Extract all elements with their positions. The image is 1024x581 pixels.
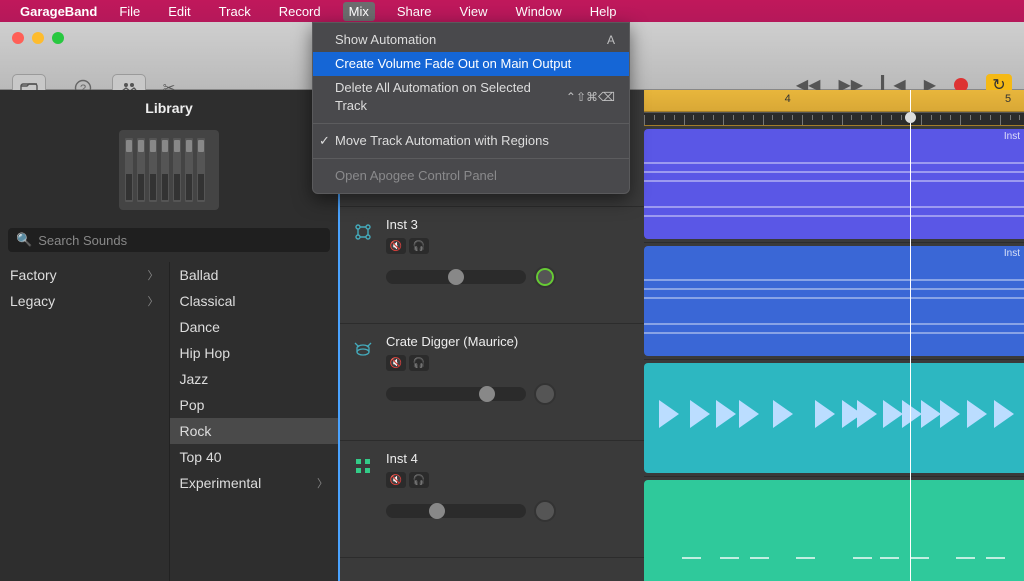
library-item[interactable]: Top 40	[170, 444, 339, 470]
library-item[interactable]: Jazz	[170, 366, 339, 392]
solo-button[interactable]: 🎧	[409, 472, 429, 488]
menu-shortcut: ⌃⇧⌘⌫	[566, 88, 615, 106]
library-item[interactable]: Pop	[170, 392, 339, 418]
menu-help[interactable]: Help	[584, 2, 623, 21]
region-label: Inst	[1004, 131, 1020, 142]
region[interactable]	[644, 363, 1024, 473]
library-col-2: Ballad Classical Dance Hip Hop Jazz Pop …	[170, 262, 339, 581]
menu-mix[interactable]: Mix	[343, 2, 375, 21]
menu-track[interactable]: Track	[213, 2, 257, 21]
menu-item-label: Move Track Automation with Regions	[335, 132, 549, 150]
menu-item-label: Open Apogee Control Panel	[335, 167, 497, 185]
mute-button[interactable]: 🔇	[386, 238, 406, 254]
solo-button[interactable]: 🎧	[409, 238, 429, 254]
mute-button[interactable]: 🔇	[386, 355, 406, 371]
track-name: Crate Digger (Maurice)	[386, 334, 632, 349]
traffic-lights	[12, 32, 64, 44]
track-lane[interactable]: Inst	[644, 126, 1024, 243]
volume-slider[interactable]	[386, 504, 526, 518]
track-header[interactable]: Crate Digger (Maurice) 🔇🎧	[340, 324, 644, 441]
library-col-1: Factory〉 Legacy〉	[0, 262, 170, 581]
search-sounds-field[interactable]: 🔍 Search Sounds	[8, 228, 330, 252]
window-close-button[interactable]	[12, 32, 24, 44]
region-label: Inst	[1004, 248, 1020, 259]
mix-menu-dropdown: Show Automation A Create Volume Fade Out o…	[312, 22, 630, 194]
menu-share[interactable]: Share	[391, 2, 438, 21]
solo-button[interactable]: 🎧	[409, 355, 429, 371]
track-name: Inst 4	[386, 451, 632, 466]
track-icon	[348, 217, 378, 247]
track-name: Inst 3	[386, 217, 632, 232]
library-item-legacy[interactable]: Legacy〉	[0, 288, 169, 314]
volume-slider[interactable]	[386, 270, 526, 284]
pan-knob[interactable]	[534, 500, 556, 522]
library-item[interactable]: Dance	[170, 314, 339, 340]
menu-view[interactable]: View	[454, 2, 494, 21]
menu-edit[interactable]: Edit	[162, 2, 196, 21]
window-zoom-button[interactable]	[52, 32, 64, 44]
track-lane[interactable]	[644, 360, 1024, 477]
region[interactable]: Inst	[644, 129, 1024, 239]
ruler-ticks[interactable]	[644, 112, 1024, 126]
search-icon: 🔍	[16, 232, 32, 248]
app-name[interactable]: GarageBand	[20, 4, 97, 19]
menu-item[interactable]: Show Automation A	[313, 28, 629, 52]
ruler-number: 5	[1005, 93, 1011, 105]
region[interactable]: Inst	[644, 246, 1024, 356]
ruler[interactable]: 4 5	[644, 90, 1024, 112]
checkmark-icon: ✓	[319, 132, 330, 150]
timeline[interactable]: 4 5 Inst Inst	[644, 90, 1024, 581]
track-icon	[348, 451, 378, 481]
chevron-right-icon: 〉	[148, 293, 159, 309]
library-item[interactable]: Experimental〉	[170, 470, 339, 496]
library-panel: Library 🔍 Search Sounds Factory〉 Legacy〉…	[0, 90, 338, 581]
menu-item[interactable]: Create Volume Fade Out on Main Output	[313, 52, 629, 76]
chevron-right-icon: 〉	[148, 267, 159, 283]
library-item[interactable]: Rock	[170, 418, 339, 444]
menu-item-label: Show Automation	[335, 31, 436, 49]
pan-knob[interactable]	[534, 266, 556, 288]
system-menubar: GarageBand File Edit Track Record Mix Sh…	[0, 0, 1024, 22]
track-lane[interactable]: Inst	[644, 243, 1024, 360]
library-patch-thumbnail[interactable]	[119, 130, 219, 210]
menu-item-label: Delete All Automation on Selected Track	[335, 79, 566, 115]
menu-item[interactable]: ✓ Move Track Automation with Regions	[313, 129, 629, 153]
mute-button[interactable]: 🔇	[386, 472, 406, 488]
menu-record[interactable]: Record	[273, 2, 327, 21]
library-item[interactable]: Ballad	[170, 262, 339, 288]
pan-knob[interactable]	[534, 383, 556, 405]
window-minimize-button[interactable]	[32, 32, 44, 44]
chevron-right-icon: 〉	[317, 475, 328, 491]
track-icon	[348, 334, 378, 364]
search-placeholder: Search Sounds	[38, 233, 127, 248]
menu-file[interactable]: File	[113, 2, 146, 21]
menu-item[interactable]: Delete All Automation on Selected Track⌃…	[313, 76, 629, 118]
menu-item-label: Create Volume Fade Out on Main Output	[335, 55, 571, 73]
volume-slider[interactable]	[386, 387, 526, 401]
track-header[interactable]: Inst 3 🔇🎧	[340, 207, 644, 324]
track-lane[interactable]	[644, 477, 1024, 581]
menu-window[interactable]: Window	[510, 2, 568, 21]
track-header[interactable]: Inst 4 🔇🎧	[340, 441, 644, 558]
library-title: Library	[0, 90, 338, 126]
library-item[interactable]: Hip Hop	[170, 340, 339, 366]
library-item-factory[interactable]: Factory〉	[0, 262, 169, 288]
ruler-number: 4	[785, 93, 791, 105]
region[interactable]	[644, 480, 1024, 581]
menu-shortcut: A	[607, 31, 615, 49]
playhead[interactable]	[910, 90, 911, 581]
library-item[interactable]: Classical	[170, 288, 339, 314]
menu-item: Open Apogee Control Panel	[313, 164, 629, 188]
library-browser: Factory〉 Legacy〉 Ballad Classical Dance …	[0, 262, 338, 581]
